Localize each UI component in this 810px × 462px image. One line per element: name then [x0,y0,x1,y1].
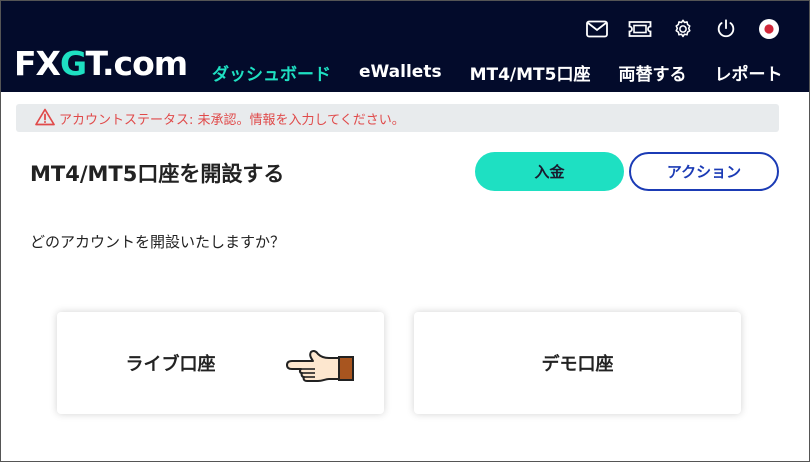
gear-icon[interactable] [670,16,696,42]
warning-icon [35,108,55,128]
power-icon[interactable] [713,16,739,42]
header-icon-bar [584,15,782,43]
logo-t-text: T [85,44,103,83]
alert-text: アカウントステータス: 未承認。情報を入力してください。 [59,112,405,128]
account-type-question: どのアカウントを開設いたしますか？ [30,233,286,251]
mail-icon[interactable] [584,16,610,42]
ticket-icon[interactable] [627,16,653,42]
demo-account-label: デモ口座 [541,354,614,375]
account-status-alert: アカウントステータス: 未承認。情報を入力してください。 [16,104,779,132]
main-nav: ダッシュボード eWallets MT4/MT5口座 両替する レポート [212,58,782,86]
top-header: FXGT.com ダッシュボード eWallets MT4/MT5口座 両替する… [0,0,810,92]
deposit-button[interactable]: 入金 [475,152,624,191]
logo-com-text: .com [102,44,188,83]
action-button[interactable]: アクション [629,152,779,191]
logo-fx-text: FX [14,44,61,83]
nav-item-ewallets[interactable]: eWallets [359,62,442,82]
nav-item-exchange[interactable]: 両替する [618,60,686,85]
pointing-hand-icon [286,349,354,382]
nav-item-mt-accounts[interactable]: MT4/MT5口座 [470,60,591,85]
fxgt-logo[interactable]: FXGT.com [14,44,188,84]
demo-account-card[interactable]: デモ口座 [414,312,741,414]
nav-item-dashboard[interactable]: ダッシュボード [212,60,331,85]
page-title: MT4/MT5口座を開設する [30,162,285,186]
japan-flag-icon[interactable] [756,16,782,42]
live-account-label: ライブ口座 [125,354,216,375]
logo-g-text: G [60,44,86,83]
nav-item-report[interactable]: レポート [714,60,782,85]
